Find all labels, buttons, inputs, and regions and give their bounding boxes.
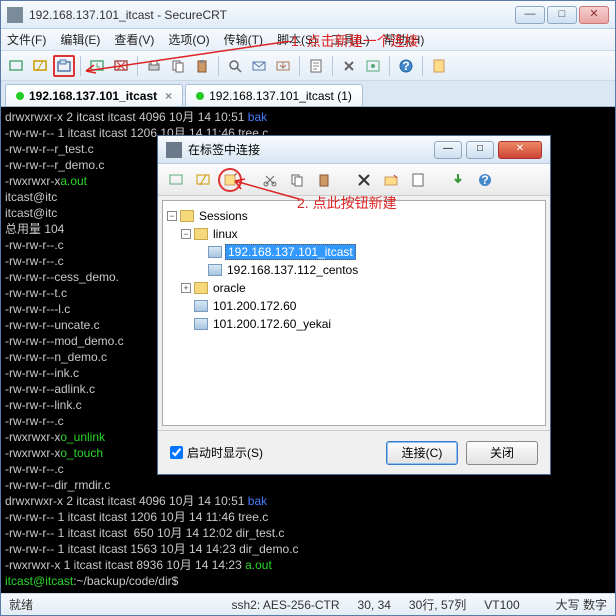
menu-tools[interactable]: 工具(L) [331, 31, 370, 48]
svg-text:?: ? [481, 173, 488, 187]
close-button[interactable]: ✕ [579, 6, 609, 24]
window-title: 192.168.137.101_itcast - SecureCRT [29, 8, 515, 22]
dtool-props-icon[interactable] [406, 168, 430, 192]
session-icon [208, 246, 222, 258]
dialog-titlebar: 在标签中连接 — □ ✕ [158, 136, 550, 164]
connect-button[interactable]: 连接(C) [386, 441, 458, 465]
connect-dialog: 在标签中连接 — □ ✕ ? −Sessions −linux 192.168.… [157, 135, 551, 475]
tool-options-icon[interactable] [338, 55, 360, 77]
dtool-quick-icon[interactable] [191, 168, 215, 192]
dialog-toolbar: ? [158, 164, 550, 196]
dtool-cut-icon[interactable] [258, 168, 282, 192]
tree-session-2[interactable]: 192.168.137.112_centos [167, 261, 541, 279]
status-ssh: ssh2: AES-256-CTR [232, 598, 340, 612]
tab-close-icon[interactable]: × [165, 89, 172, 103]
main-toolbar: ? [1, 51, 615, 81]
close-dialog-button[interactable]: 关闭 [466, 441, 538, 465]
collapse-icon[interactable]: − [181, 229, 191, 239]
dtool-connect-icon[interactable] [164, 168, 188, 192]
statusbar: 就绪 ssh2: AES-256-CTR 30, 34 30行, 57列 VT1… [1, 593, 615, 615]
menu-help[interactable]: 帮助(H) [384, 31, 425, 48]
status-dot-icon [196, 92, 204, 100]
dialog-close-button[interactable]: ✕ [498, 141, 542, 159]
session-icon [194, 318, 208, 330]
tab-session-1[interactable]: 192.168.137.101_itcast × [5, 84, 183, 106]
status-pos: 30, 34 [358, 598, 391, 612]
tool-recv-icon[interactable] [272, 55, 294, 77]
menubar: 文件(F) 编辑(E) 查看(V) 选项(O) 传输(T) 脚本(S) 工具(L… [1, 29, 615, 51]
dtool-delete-icon[interactable] [352, 168, 376, 192]
tree-session-1[interactable]: 192.168.137.101_itcast [167, 243, 541, 261]
dtool-help-icon[interactable]: ? [473, 168, 497, 192]
expand-icon[interactable]: + [181, 283, 191, 293]
tree-root[interactable]: −Sessions [167, 207, 541, 225]
collapse-icon[interactable]: − [167, 211, 177, 221]
session-icon [194, 300, 208, 312]
status-dot-icon [16, 92, 24, 100]
dtool-copy-icon[interactable] [285, 168, 309, 192]
folder-icon [194, 228, 208, 240]
svg-text:?: ? [402, 59, 409, 73]
tool-reconnect-icon[interactable] [86, 55, 108, 77]
tool-send-icon[interactable] [248, 55, 270, 77]
dialog-title: 在标签中连接 [188, 141, 434, 158]
dialog-footer: 启动时显示(S) 连接(C) 关闭 [158, 430, 550, 474]
folder-icon [194, 282, 208, 294]
tool-paste-icon[interactable] [191, 55, 213, 77]
tab-label: 192.168.137.101_itcast (1) [209, 89, 352, 103]
dtool-new-icon[interactable] [218, 168, 242, 192]
session-tree[interactable]: −Sessions −linux 192.168.137.101_itcast … [162, 200, 546, 426]
tool-log-icon[interactable] [428, 55, 450, 77]
session-icon [208, 264, 222, 276]
tab-bar: 192.168.137.101_itcast × 192.168.137.101_… [1, 81, 615, 107]
tree-session-4[interactable]: 101.200.172.60_yekai [167, 315, 541, 333]
tool-session-icon[interactable] [362, 55, 384, 77]
tool-newtab-icon[interactable] [53, 55, 75, 77]
minimize-button[interactable]: — [515, 6, 545, 24]
tool-copy-icon[interactable] [167, 55, 189, 77]
status-size: 30行, 57列 [409, 596, 466, 613]
status-ready: 就绪 [9, 596, 33, 613]
menu-transfer[interactable]: 传输(T) [224, 31, 263, 48]
tree-folder-linux[interactable]: −linux [167, 225, 541, 243]
dtool-import-icon[interactable] [446, 168, 470, 192]
maximize-button[interactable]: □ [547, 6, 577, 24]
dialog-icon [166, 142, 182, 158]
dtool-paste-icon[interactable] [312, 168, 336, 192]
menu-view[interactable]: 查看(V) [114, 31, 154, 48]
folder-icon [180, 210, 194, 222]
menu-edit[interactable]: 编辑(E) [60, 31, 100, 48]
menu-file[interactable]: 文件(F) [7, 31, 46, 48]
status-vt: VT100 [484, 598, 519, 612]
tool-connect-icon[interactable] [5, 55, 27, 77]
status-caps: 大写 数字 [556, 596, 607, 613]
dialog-minimize-button[interactable]: — [434, 141, 462, 159]
tree-session-3[interactable]: 101.200.172.60 [167, 297, 541, 315]
tool-quick-icon[interactable] [29, 55, 51, 77]
tool-print-icon[interactable] [143, 55, 165, 77]
tree-folder-oracle[interactable]: +oracle [167, 279, 541, 297]
tool-disconnect-icon[interactable] [110, 55, 132, 77]
tool-props-icon[interactable] [305, 55, 327, 77]
tab-session-2[interactable]: 192.168.137.101_itcast (1) [185, 84, 363, 106]
tool-find-icon[interactable] [224, 55, 246, 77]
dtool-newfolder-icon[interactable] [379, 168, 403, 192]
titlebar: 192.168.137.101_itcast - SecureCRT — □ ✕ [1, 1, 615, 29]
tool-help-icon[interactable]: ? [395, 55, 417, 77]
menu-options[interactable]: 选项(O) [168, 31, 209, 48]
tab-label: 192.168.137.101_itcast [29, 89, 157, 103]
menu-script[interactable]: 脚本(S) [277, 31, 317, 48]
dialog-maximize-button[interactable]: □ [466, 141, 494, 159]
show-on-start-checkbox[interactable]: 启动时显示(S) [170, 444, 263, 461]
app-icon [7, 7, 23, 23]
